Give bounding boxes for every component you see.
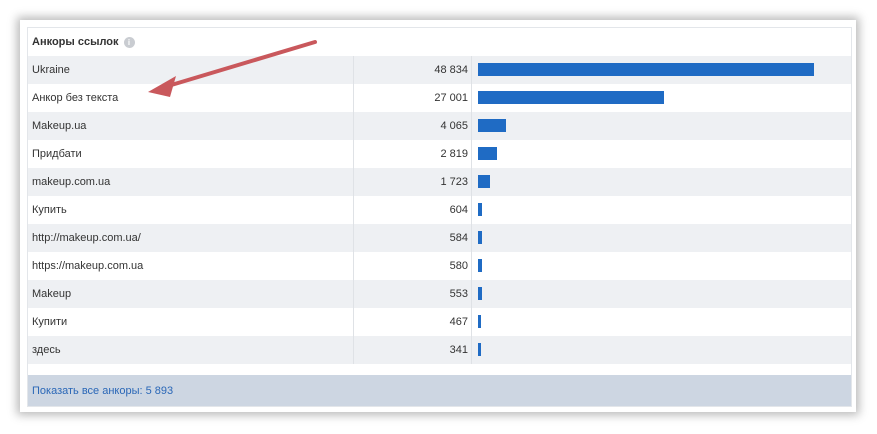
anchor-label: Ukraine bbox=[32, 64, 70, 76]
widget-footer: Показать все анкоры: 5 893 bbox=[28, 375, 851, 406]
table-row[interactable]: Купить 604 bbox=[28, 196, 851, 224]
anchor-label: Купити bbox=[32, 316, 68, 328]
anchor-share-bar bbox=[478, 147, 497, 160]
anchor-share-bar bbox=[478, 175, 490, 188]
anchor-share-bar bbox=[478, 287, 482, 300]
anchor-share-bar bbox=[478, 91, 664, 104]
table-row[interactable]: http://makeup.com.ua/584 bbox=[28, 224, 851, 252]
anchor-label: http://makeup.com.ua/ bbox=[32, 232, 141, 244]
table-row[interactable]: Купити 467 bbox=[28, 308, 851, 336]
anchor-label: здесь bbox=[32, 344, 61, 356]
anchor-count: 48 834 bbox=[434, 64, 468, 76]
column-divider bbox=[353, 56, 354, 364]
column-divider bbox=[471, 56, 472, 364]
anchor-share-bar bbox=[478, 231, 482, 244]
widget-title: Анкоры ссылок bbox=[32, 36, 119, 48]
anchors-table: Ukraine 48 834 Анкор без текста 27 001 Makeu… bbox=[28, 56, 851, 364]
widget-header: Анкоры ссылок i bbox=[28, 28, 851, 56]
anchor-label: Анкор без текста bbox=[32, 92, 119, 104]
anchor-count: 341 bbox=[449, 344, 468, 356]
anchor-label: Купить bbox=[32, 204, 67, 216]
anchor-label: https://makeup.com.ua bbox=[32, 260, 144, 272]
anchor-share-bar bbox=[478, 315, 481, 328]
table-row[interactable]: makeup.com.ua 1 723 bbox=[28, 168, 851, 196]
anchor-label: makeup.com.ua bbox=[32, 176, 111, 188]
info-icon[interactable]: i bbox=[123, 36, 135, 48]
anchor-share-bar bbox=[478, 203, 482, 216]
screenshot-frame: Анкоры ссылок i Ukraine 48 834 Анкор без т… bbox=[20, 20, 856, 412]
table-row[interactable]: https://makeup.com.ua 580 bbox=[28, 252, 851, 280]
table-row[interactable]: здесь 341 bbox=[28, 336, 851, 364]
anchor-label: Придбати bbox=[32, 148, 82, 160]
anchor-count: 604 bbox=[449, 204, 468, 216]
anchor-count: 4 065 bbox=[440, 120, 468, 132]
table-row[interactable]: Makeup 553 bbox=[28, 280, 851, 308]
anchor-label: Makeup bbox=[32, 288, 72, 300]
show-all-anchors-link[interactable]: Показать все анкоры: 5 893 bbox=[32, 385, 173, 397]
anchor-share-bar bbox=[478, 63, 814, 76]
table-row[interactable]: Ukraine 48 834 bbox=[28, 56, 851, 84]
table-row[interactable]: Придбати 2 819 bbox=[28, 140, 851, 168]
anchor-count: 584 bbox=[449, 232, 468, 244]
anchor-share-bar bbox=[478, 119, 506, 132]
table-row[interactable]: Анкор без текста 27 001 bbox=[28, 84, 851, 112]
anchors-widget: Анкоры ссылок i Ukraine 48 834 Анкор без т… bbox=[27, 27, 852, 407]
anchor-count: 27 001 bbox=[434, 92, 468, 104]
table-row[interactable]: Makeup.ua 4 065 bbox=[28, 112, 851, 140]
anchor-count: 1 723 bbox=[440, 176, 468, 188]
anchor-count: 580 bbox=[449, 260, 468, 272]
anchor-share-bar bbox=[478, 343, 481, 356]
anchor-count: 2 819 bbox=[440, 148, 468, 160]
anchor-count: 467 bbox=[449, 316, 468, 328]
anchor-count: 553 bbox=[449, 288, 468, 300]
anchor-share-bar bbox=[478, 259, 482, 272]
anchor-label: Makeup.ua bbox=[32, 120, 87, 132]
